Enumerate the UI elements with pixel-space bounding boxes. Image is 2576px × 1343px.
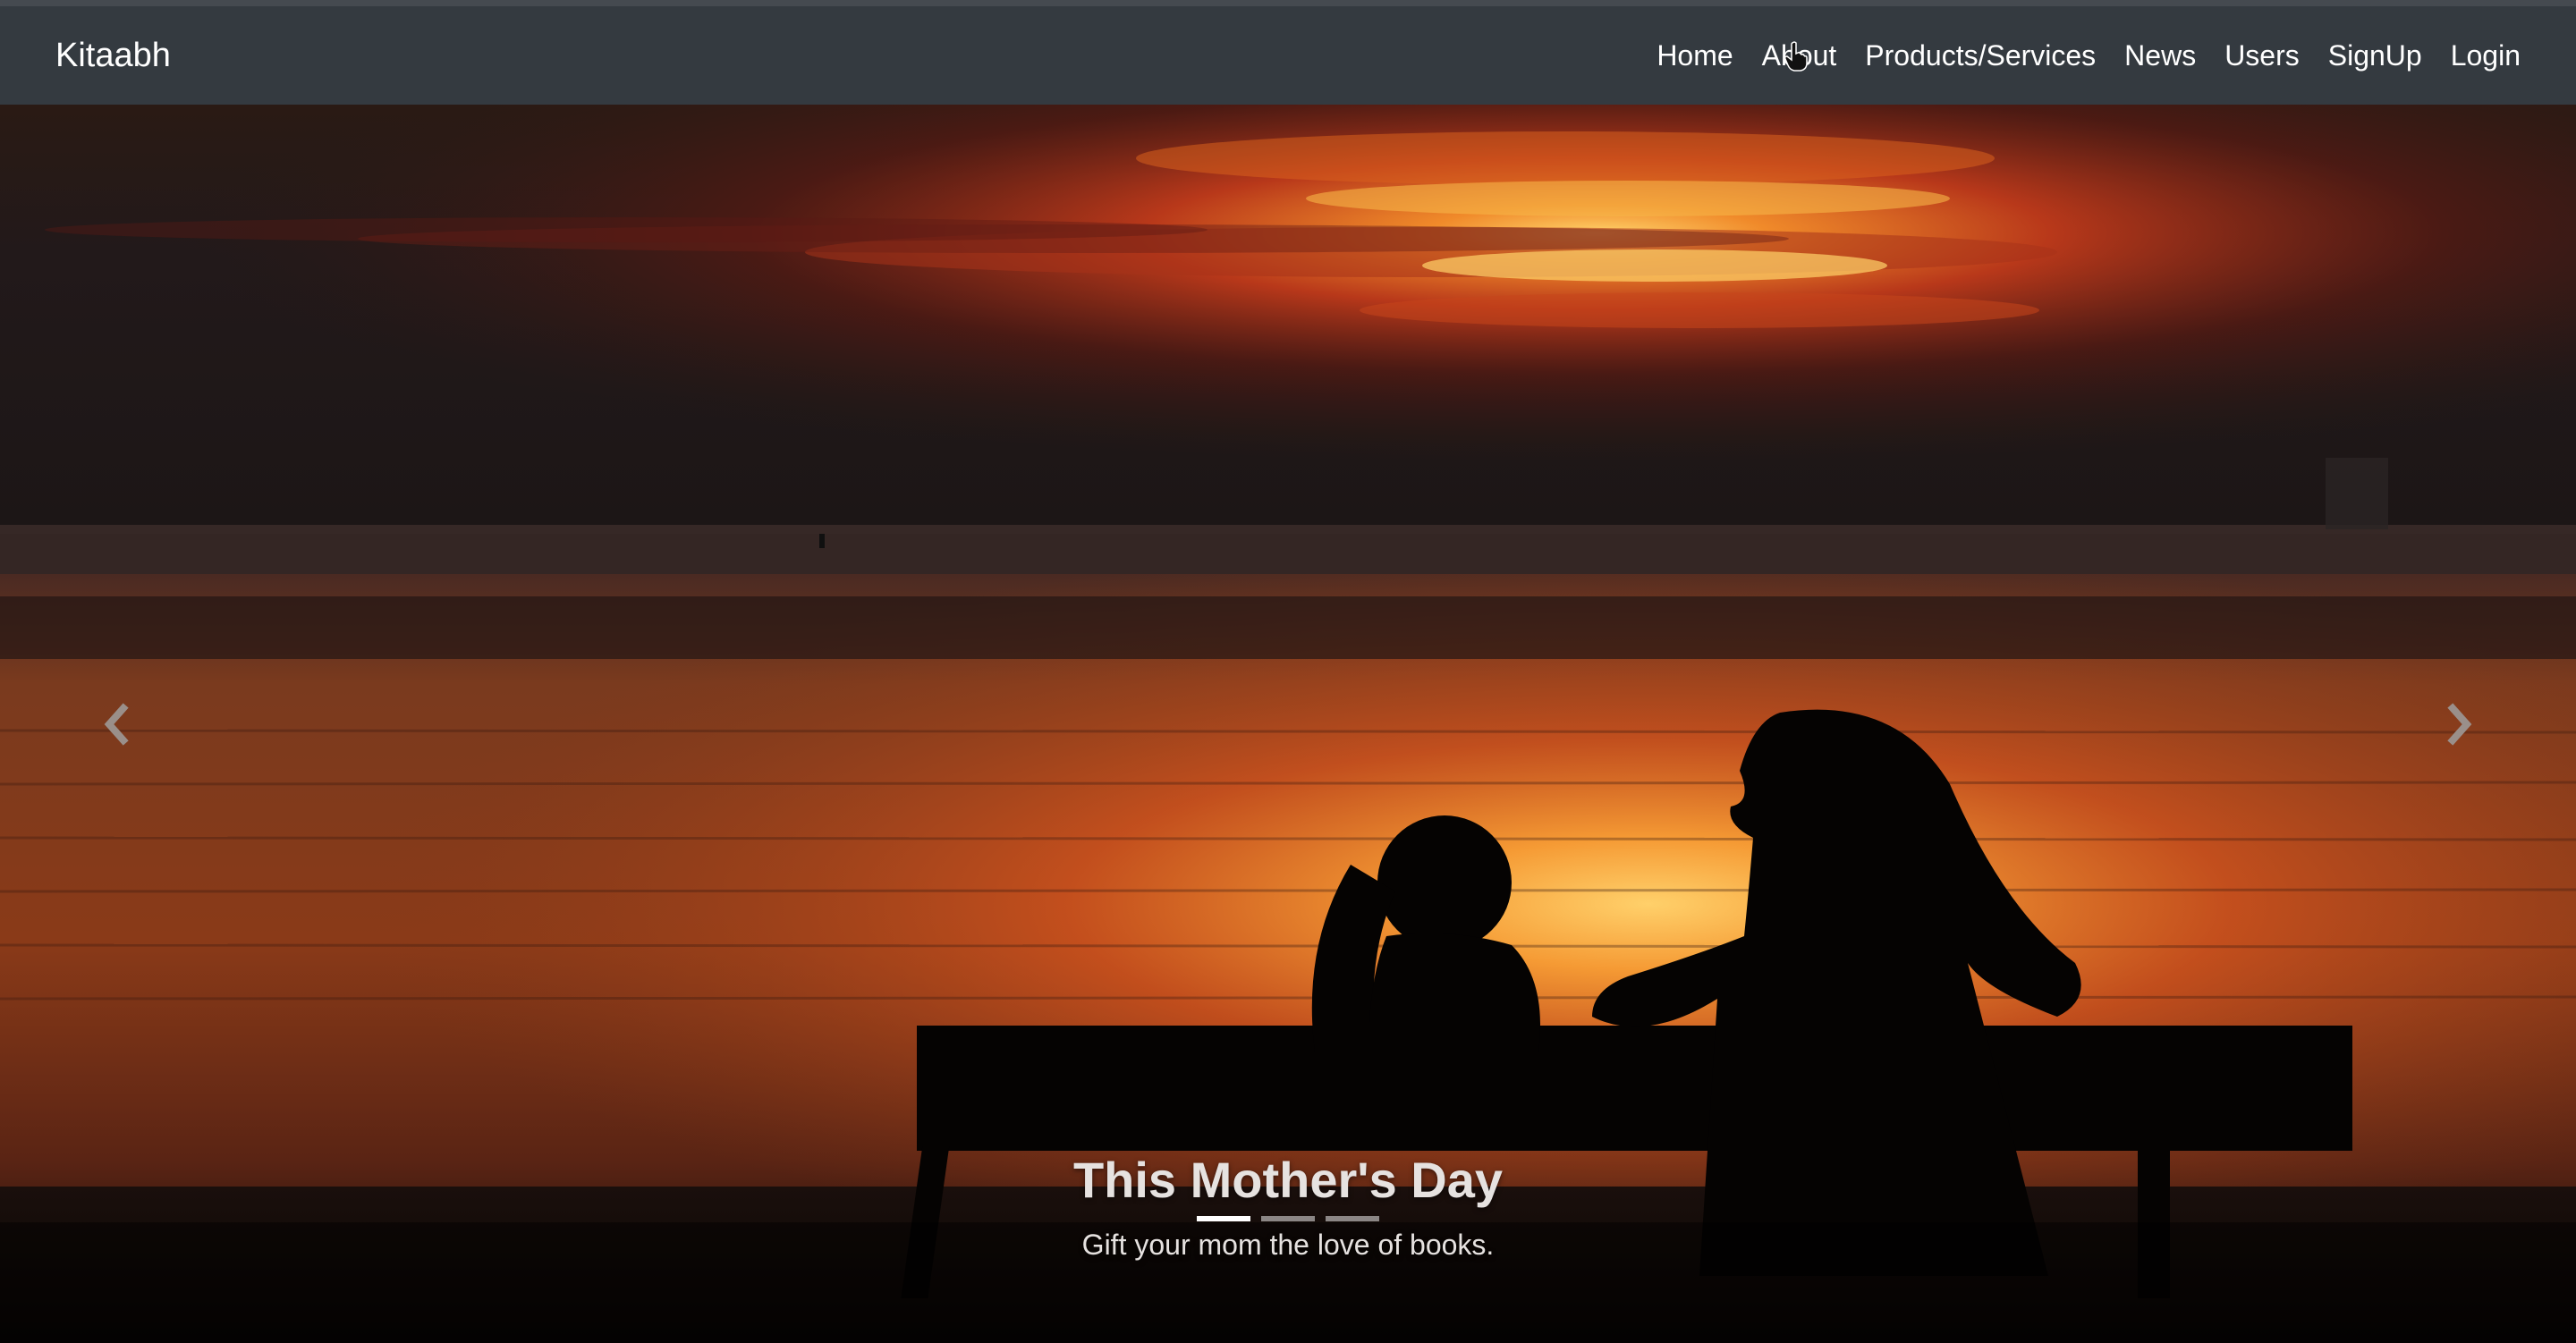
caption-title: This Mother's Day <box>1072 1152 1504 1208</box>
carousel-indicator-1[interactable] <box>1197 1216 1250 1221</box>
chevron-right-icon <box>2447 702 2472 746</box>
carousel-indicator-2[interactable] <box>1261 1216 1315 1221</box>
nav-link-users[interactable]: Users <box>2210 6 2314 105</box>
top-border <box>0 0 2576 6</box>
hero-carousel: This Mother's Day Gift your mom the love… <box>0 105 2576 1343</box>
nav-links: Home About Products/Services News Users … <box>1642 6 2521 105</box>
brand-logo[interactable]: Kitaabh <box>55 37 171 75</box>
carousel-caption: This Mother's Day Gift your mom the love… <box>0 1151 2576 1262</box>
nav-link-news[interactable]: News <box>2110 6 2210 105</box>
nav-link-signup[interactable]: SignUp <box>2314 6 2436 105</box>
nav-link-products-services[interactable]: Products/Services <box>1851 6 2110 105</box>
navbar: Kitaabh Home About Products/Services New… <box>0 6 2576 105</box>
nav-link-home[interactable]: Home <box>1642 6 1747 105</box>
caption-text: Gift your mom the love of books. <box>1081 1229 1495 1261</box>
carousel-indicator-3[interactable] <box>1326 1216 1379 1221</box>
chevron-left-icon <box>104 702 129 746</box>
nav-link-login[interactable]: Login <box>2436 6 2521 105</box>
hand-cursor-icon <box>1784 41 1808 72</box>
carousel-indicators <box>0 1216 2576 1221</box>
